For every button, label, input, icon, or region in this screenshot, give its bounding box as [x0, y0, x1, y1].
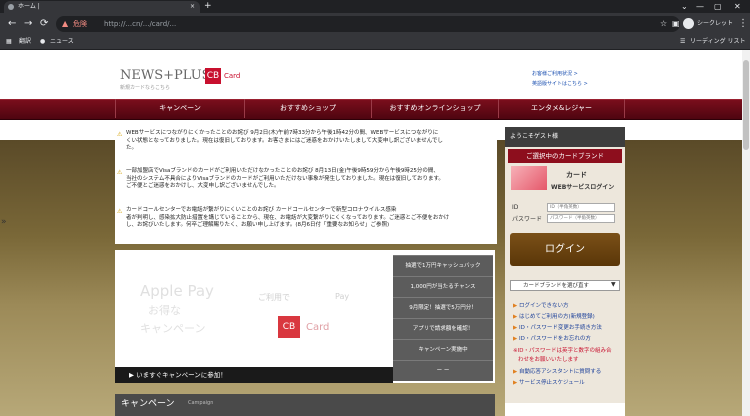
profile-label[interactable]: シークレット [697, 13, 733, 35]
sidebar-link[interactable]: ▶ ID・パスワード変更お手続き方法 [513, 324, 602, 332]
login-button[interactable]: ログイン [510, 233, 620, 266]
security-warning-icon[interactable]: ▲ [62, 16, 68, 32]
extension-icon[interactable]: ▣ [672, 13, 680, 35]
nav-shops[interactable]: おすすめショップ [244, 99, 371, 118]
notice-item[interactable]: 一部加盟店でVisaブランドのカードがご利用いただけなかったことのお詫び 8月1… [126, 168, 494, 191]
banner-menu-item[interactable]: ー ー [393, 360, 493, 381]
banner-brand-badge: CB [278, 316, 300, 338]
notice-item[interactable]: WEBサービスにつながりにくかったことのお詫び 9月2日(木)午前7時33分から… [126, 130, 494, 153]
apps-grid-icon[interactable]: ▦ [6, 35, 12, 49]
minimize-button[interactable]: — [696, 0, 704, 13]
brand-badge-text: Card [224, 72, 241, 80]
sidebar-note: わせをお願いいたします [518, 357, 579, 363]
browser-tab[interactable]: ホーム | × [4, 1, 200, 13]
banner-brand-text: Card [306, 322, 330, 333]
bookmark-translate[interactable]: 翻訳 [19, 35, 31, 49]
arrow-icon: ▶ [513, 314, 518, 320]
sidebar-link[interactable]: ▶ はじめてご利用の方(新規登録) [513, 313, 595, 321]
reading-list[interactable]: リーディング リスト [690, 35, 746, 49]
news-icon[interactable]: ● [40, 35, 45, 49]
id-label: ID [512, 204, 519, 211]
banner-pay-logo: Pay [335, 292, 350, 301]
sidebar-link[interactable]: ▶ ログインできない方 [513, 302, 569, 310]
warning-icon: ⚠ [117, 169, 123, 176]
notice-item[interactable]: カードコールセンターでお電話が繋がりにくいことのお詫び カードコールセンターで新… [126, 207, 494, 230]
banner-menu-item[interactable]: 1,000円が当たるチャンス [393, 276, 493, 297]
card-service-label: WEBサービスログイン [551, 184, 615, 191]
banner-headline-3: キャンペーン [140, 322, 206, 335]
maximize-button[interactable]: ▢ [714, 0, 722, 13]
chevron-down-icon: ▼ [611, 281, 616, 288]
back-icon[interactable]: ← [8, 13, 16, 35]
banner-menu-item[interactable]: アプリで請求額を確認！ [393, 318, 493, 339]
url-text[interactable]: http://...cn/.../card/... [104, 16, 176, 32]
tab-close-icon[interactable]: × [190, 1, 195, 13]
campaign-cta-button[interactable]: ▶ いますぐキャンペーンに参加！ [115, 367, 393, 383]
close-window-button[interactable]: ✕ [734, 0, 741, 13]
nav-campaign[interactable]: キャンペーン [115, 99, 244, 118]
reload-icon[interactable]: ⟳ [40, 13, 48, 35]
warning-icon: ⚠ [117, 208, 123, 215]
security-label[interactable]: 危険 [73, 16, 87, 32]
campaign-title: キャンペーン [121, 399, 175, 409]
campaign-subtitle: Campaign [188, 400, 214, 406]
banner-mid-text: ご利用で [258, 293, 290, 302]
sidebar-link[interactable]: ▶ 自動応答アシスタントに質問する [513, 368, 601, 376]
forward-icon[interactable]: → [24, 13, 32, 35]
id-input[interactable] [547, 203, 615, 212]
warning-icon: ⚠ [117, 131, 123, 138]
bookmark-star-icon[interactable]: ☆ [660, 13, 667, 35]
favicon-icon [8, 4, 14, 10]
banner-menu-item[interactable]: キャンペーン実施中 [393, 339, 493, 360]
sidebar-link[interactable]: ▶ ID・パスワードをお忘れの方 [513, 335, 591, 343]
arrow-icon: ▶ [513, 336, 518, 342]
card-name: カード [566, 171, 587, 179]
banner-menu-item[interactable]: 抽選で1万円キャッシュバック [393, 255, 493, 276]
reading-list-icon[interactable]: ☰ [680, 35, 685, 49]
arrow-icon: ▶ [513, 369, 518, 375]
scrollbar-thumb[interactable] [743, 60, 749, 150]
banner-headline-2: お得な [148, 304, 181, 317]
browser-menu-icon[interactable]: ⋮ [738, 13, 748, 35]
brand-badge: CB [205, 68, 221, 84]
site-logo[interactable]: NEWS+PLUS [120, 68, 211, 83]
bookmarks-bar [0, 35, 750, 50]
card-image [511, 166, 547, 190]
arrow-icon: ▶ [513, 325, 518, 331]
bookmark-news[interactable]: ニュース [50, 35, 74, 49]
sidebar-banner[interactable] [505, 403, 625, 416]
arrow-icon: ▶ [513, 303, 518, 309]
welcome-bar: ようこそゲスト様 [505, 127, 625, 147]
arrow-icon: ▶ [513, 380, 518, 386]
password-label: パスワード [512, 216, 543, 223]
site-logo-sub: 新規カードならこちら [120, 85, 171, 91]
top-link[interactable]: 英語版サイトはこちら > [532, 80, 588, 87]
incognito-avatar-icon[interactable] [683, 18, 694, 29]
brand-select[interactable]: カードブランドを選び直す [510, 280, 620, 291]
new-tab-button[interactable]: + [204, 0, 212, 13]
expand-arrow-icon[interactable]: » [1, 217, 7, 227]
password-input[interactable] [547, 214, 615, 223]
sidebar-link[interactable]: ▶ サービス停止スケジュール [513, 379, 585, 387]
nav-online-shops[interactable]: おすすめオンラインショップ [371, 99, 498, 118]
banner-menu-item[interactable]: 9月限定！抽選で5万円分！ [393, 297, 493, 318]
top-link[interactable]: お客様ご利用状況 > [532, 70, 578, 77]
brand-header: ご選択中のカードブランド [508, 149, 622, 163]
banner-headline: Apple Pay [140, 282, 214, 300]
sidebar-note: ※ID・パスワードは英字と数字の組み合 [513, 348, 612, 354]
nav-entertainment[interactable]: エンタメ&レジャー [498, 99, 625, 118]
tab-search-icon[interactable]: ⌄ [681, 0, 688, 13]
tab-title: ホーム | [18, 3, 40, 10]
